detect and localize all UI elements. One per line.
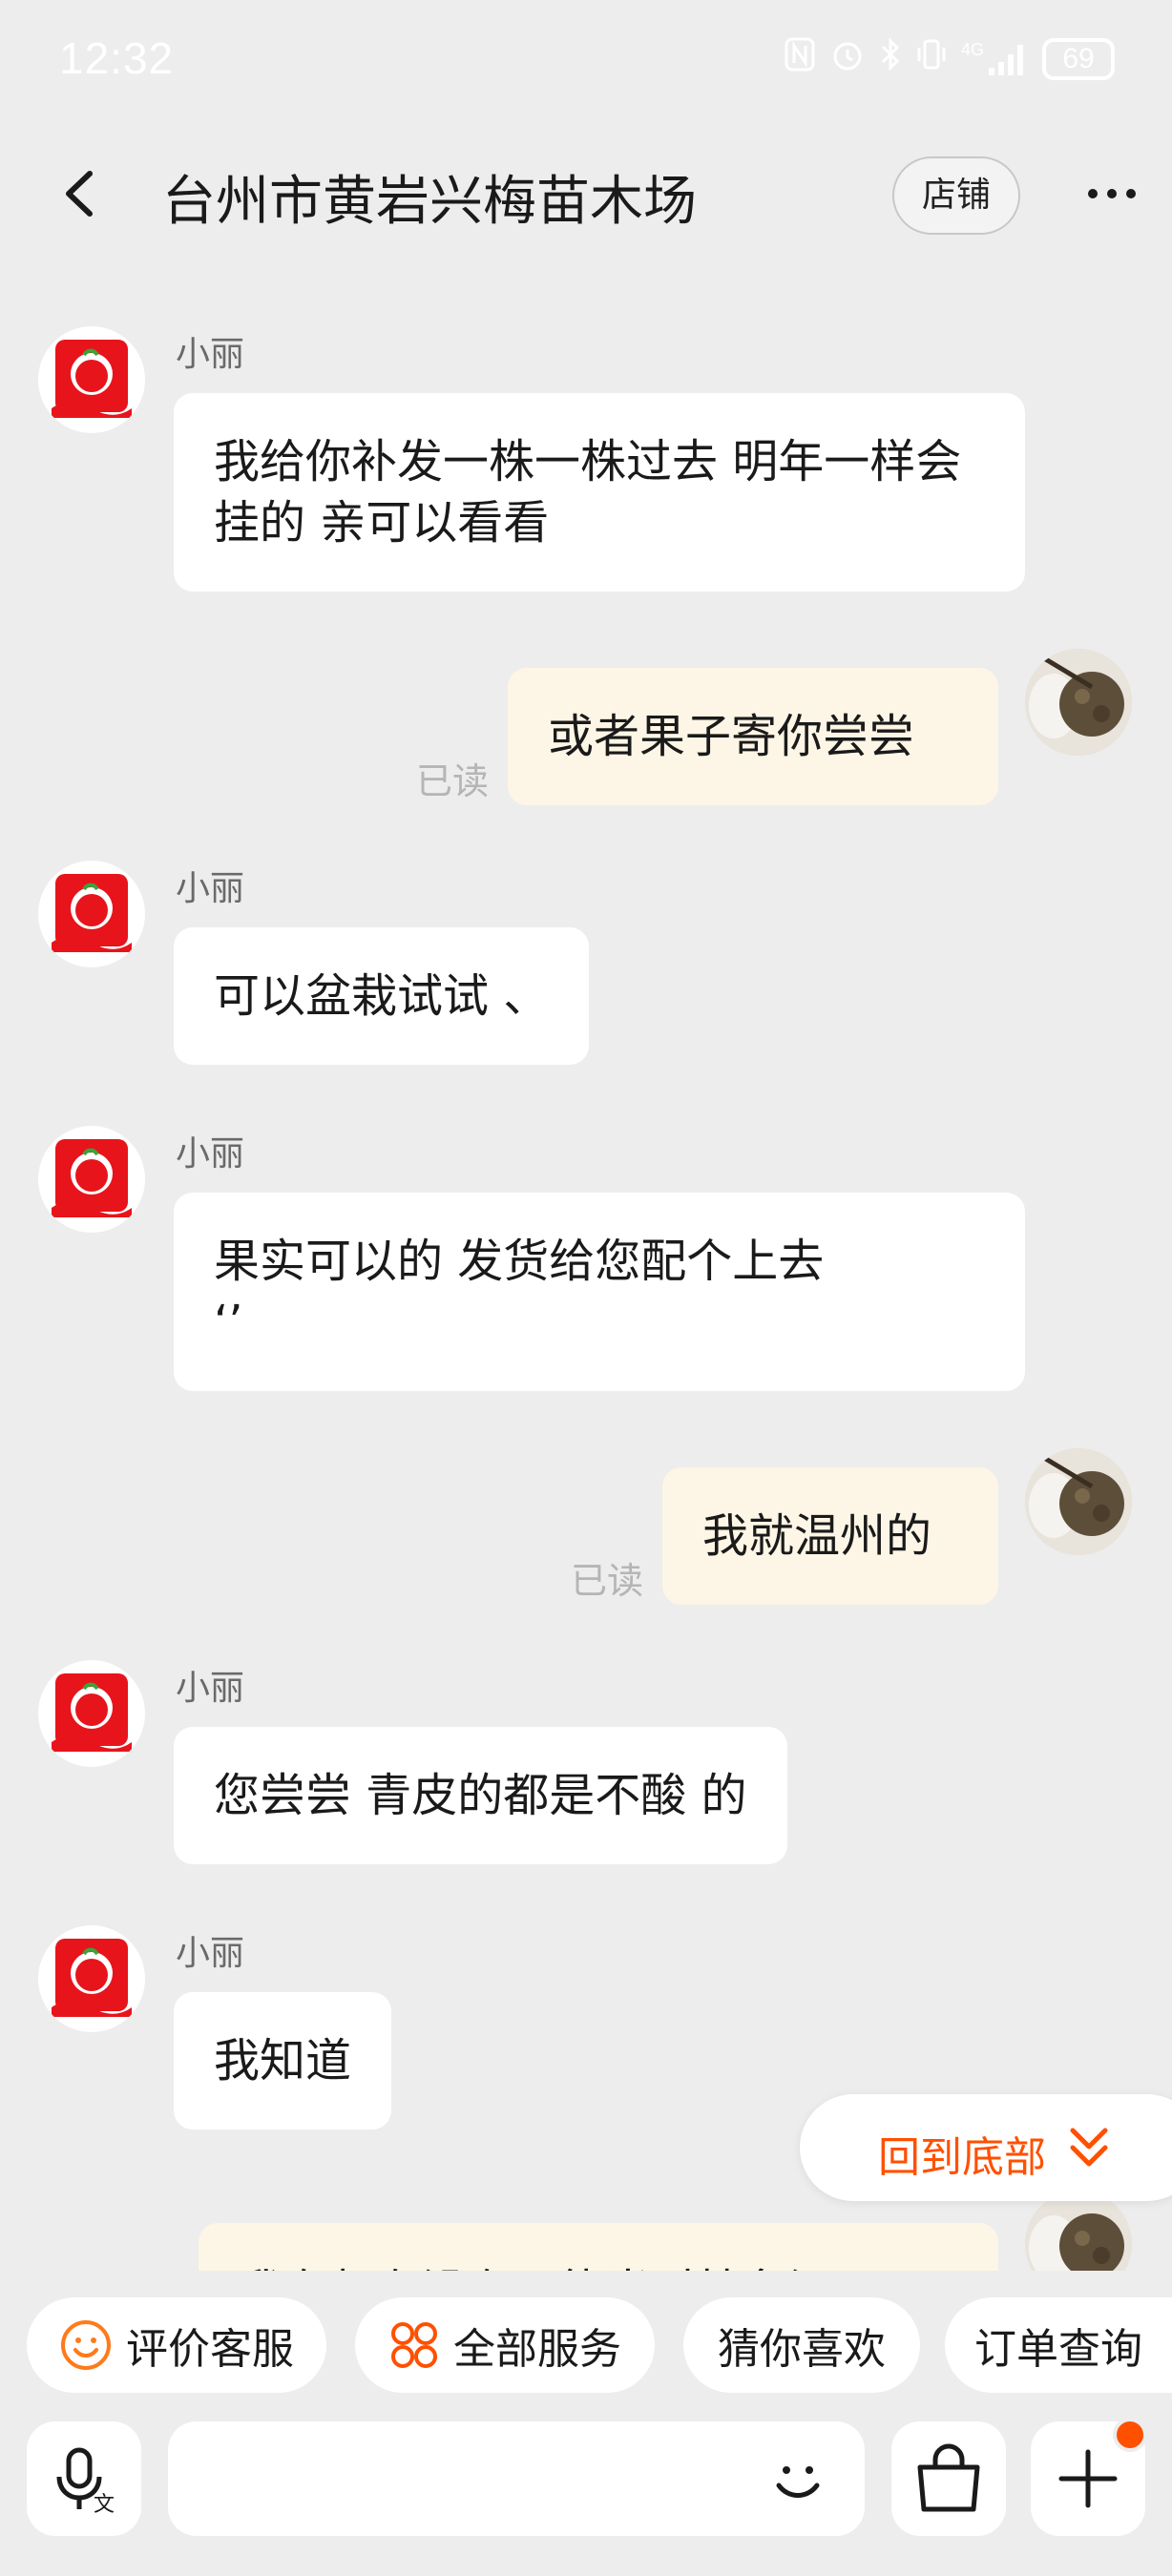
signal-icon: 4G xyxy=(961,41,1029,77)
seller-logo-icon xyxy=(52,340,132,418)
message-bubble[interactable]: 可以盆栽试试 、 xyxy=(174,927,590,1065)
back-button[interactable] xyxy=(48,160,115,227)
nav-bar: 台州市黄岩兴梅苗木场 店铺 xyxy=(0,134,1172,258)
grid-icon xyxy=(391,2322,437,2368)
message-bubble[interactable]: 我知道 xyxy=(174,1992,392,2129)
shopping-bag-icon xyxy=(917,2443,980,2512)
shopping-bag-button[interactable] xyxy=(891,2421,1006,2536)
message-bubble[interactable]: 我在想有没有可能当时枝条湿了 xyxy=(199,2223,998,2271)
recommendations-chip[interactable]: 猜你喜欢 xyxy=(683,2297,920,2393)
message-bubble[interactable]: 我就温州的 xyxy=(662,1467,998,1605)
emoji-button[interactable] xyxy=(764,2445,832,2514)
battery-indicator: 69 xyxy=(1042,37,1115,80)
nfc-icon xyxy=(784,36,816,81)
seller-avatar[interactable] xyxy=(38,1126,145,1233)
message-bubble[interactable]: 您尝尝 青皮的都是不酸 的 xyxy=(174,1727,787,1864)
sender-name: 小丽 xyxy=(176,1134,245,1174)
seller-logo-icon xyxy=(52,1139,132,1217)
back-arrow-icon xyxy=(66,171,93,217)
svg-text:文: 文 xyxy=(94,2493,115,2517)
store-button[interactable]: 店铺 xyxy=(892,156,1020,235)
seller-avatar[interactable] xyxy=(38,1925,145,2032)
voice-input-button[interactable]: 文 xyxy=(27,2421,141,2536)
chip-label: 评价客服 xyxy=(126,2325,294,2374)
sender-name: 小丽 xyxy=(176,1934,245,1973)
quick-actions-bar: 评价客服 全部服务 猜你喜欢 订单查询 xyxy=(0,2297,1172,2402)
message-bubble[interactable]: 果实可以的 发货给您配个上去 ‘’ xyxy=(174,1193,1025,1391)
user-avatar[interactable] xyxy=(1025,1448,1132,1555)
chip-label: 订单查询 xyxy=(974,2325,1142,2374)
chip-label: 猜你喜欢 xyxy=(718,2325,886,2374)
sender-name: 小丽 xyxy=(176,335,245,374)
all-services-chip[interactable]: 全部服务 xyxy=(355,2297,655,2393)
emoji-icon xyxy=(776,2466,820,2498)
microphone-translate-icon: 文 xyxy=(56,2447,115,2517)
status-time: 12:32 xyxy=(59,33,175,83)
user-avatar[interactable] xyxy=(1025,649,1132,756)
vibrate-icon xyxy=(915,36,948,81)
double-chevron-down-icon xyxy=(1070,2128,1108,2167)
more-options-button[interactable] xyxy=(1078,160,1145,227)
smiley-icon xyxy=(61,2320,111,2370)
read-status: 已读 xyxy=(571,1560,644,1602)
seller-avatar[interactable] xyxy=(38,861,145,967)
user-photo-icon xyxy=(1025,649,1132,756)
message-input[interactable] xyxy=(168,2421,865,2536)
status-bar: 12:32 4G 69 xyxy=(0,0,1172,114)
notification-dot xyxy=(1113,2418,1147,2452)
order-lookup-chip[interactable]: 订单查询 xyxy=(945,2297,1172,2393)
message-input-bar: 文 xyxy=(0,2418,1172,2536)
sender-name: 小丽 xyxy=(176,1669,245,1708)
seller-avatar[interactable] xyxy=(38,326,145,433)
user-photo-icon xyxy=(1025,2191,1132,2271)
network-type: 4G xyxy=(960,39,984,59)
seller-logo-icon xyxy=(52,874,132,952)
sender-name: 小丽 xyxy=(176,869,245,908)
user-photo-icon xyxy=(1025,1448,1132,1555)
seller-logo-icon xyxy=(52,1673,132,1752)
rate-service-chip[interactable]: 评价客服 xyxy=(27,2297,326,2393)
read-status: 已读 xyxy=(416,760,490,802)
more-icon xyxy=(1088,189,1136,198)
message-bubble[interactable]: 或者果子寄你尝尝 xyxy=(508,668,998,805)
message-bubble[interactable]: 我给你补发一株一株过去 明年一样会挂的 亲可以看看 xyxy=(174,393,1025,592)
chat-message-list[interactable]: 小丽 我给你补发一株一株过去 明年一样会挂的 亲可以看看 已读 或者果子寄你尝尝… xyxy=(0,305,1172,2271)
alarm-icon xyxy=(829,36,866,81)
seller-logo-icon xyxy=(52,1939,132,2017)
shop-title: 台州市黄岩兴梅苗木场 xyxy=(162,171,697,233)
user-avatar[interactable] xyxy=(1025,2191,1132,2271)
scroll-to-bottom-label: 回到底部 xyxy=(878,2133,1046,2182)
bluetooth-icon xyxy=(879,36,902,81)
seller-avatar[interactable] xyxy=(38,1660,145,1767)
status-icons: 4G 69 xyxy=(784,36,1115,81)
scroll-to-bottom-button[interactable]: 回到底部 xyxy=(800,2094,1172,2201)
chip-label: 全部服务 xyxy=(453,2325,621,2374)
